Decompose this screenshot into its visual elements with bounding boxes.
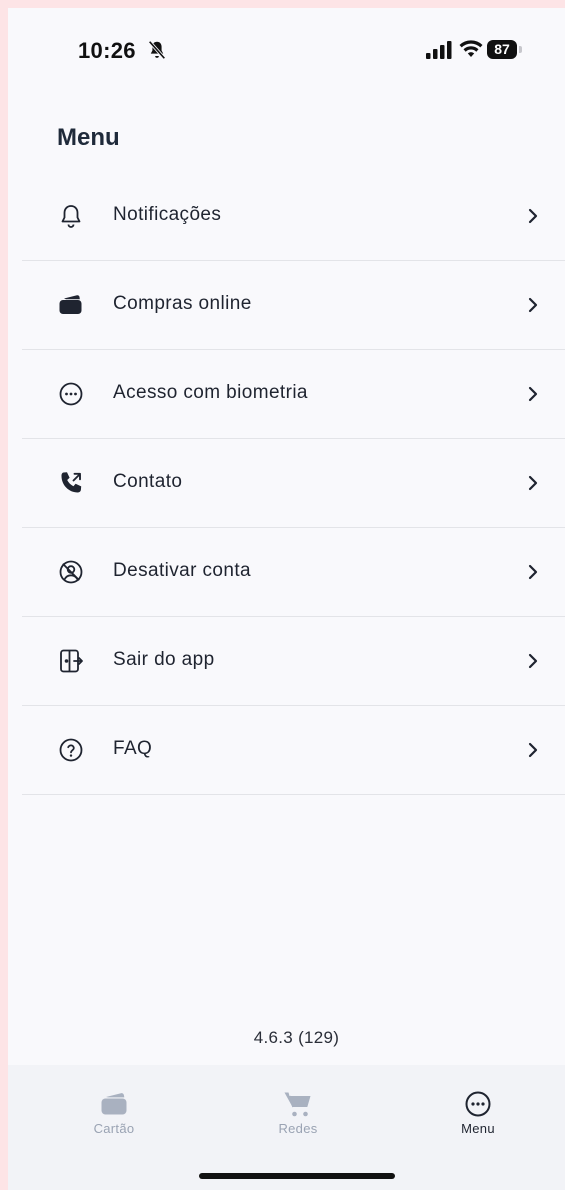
home-indicator[interactable] xyxy=(199,1173,395,1179)
page-title: Menu xyxy=(57,124,120,151)
chevron-right-icon xyxy=(528,742,538,758)
status-bar: 10:26 87 xyxy=(8,8,565,88)
more-circle-icon xyxy=(465,1091,491,1117)
card-icon xyxy=(101,1093,127,1115)
card-icon xyxy=(59,295,82,314)
menu-item-contato[interactable]: Contato xyxy=(22,439,565,528)
bell-off-icon xyxy=(148,40,166,60)
menu-item-label: Compras online xyxy=(113,293,252,314)
app-version: 4.6.3 (129) xyxy=(253,1028,340,1047)
more-circle-icon xyxy=(59,382,83,406)
menu-item-desativar-conta[interactable]: Desativar conta xyxy=(22,528,565,617)
cart-icon xyxy=(284,1092,311,1117)
phone-screen: 10:26 87 Menu Notificações Compras onlin… xyxy=(8,8,565,1190)
menu-item-sair-do-app[interactable]: Sair do app xyxy=(22,617,565,706)
chevron-right-icon xyxy=(528,564,538,580)
menu-item-notificacoes[interactable]: Notificações xyxy=(22,172,565,261)
menu-item-label: Desativar conta xyxy=(113,560,252,581)
tab-label: Redes xyxy=(278,1121,318,1136)
chevron-right-icon xyxy=(528,208,538,224)
battery-icon: 87 xyxy=(487,40,517,59)
menu-item-label: Notificações xyxy=(113,204,222,225)
tab-label: Cartão xyxy=(93,1121,135,1136)
bell-icon xyxy=(61,205,81,228)
logout-icon xyxy=(60,649,83,673)
wifi-icon xyxy=(459,40,483,57)
menu-item-faq[interactable]: FAQ xyxy=(22,706,565,795)
menu-item-label: Sair do app xyxy=(113,649,215,670)
tab-menu[interactable]: Menu xyxy=(418,1089,538,1136)
tab-label: Menu xyxy=(461,1121,495,1136)
menu-item-label: FAQ xyxy=(113,738,153,759)
chevron-right-icon xyxy=(528,475,538,491)
tab-redes[interactable]: Redes xyxy=(238,1089,358,1136)
menu-item-label: Acesso com biometria xyxy=(113,382,308,403)
battery-tip xyxy=(519,46,522,53)
deactivate-icon xyxy=(59,560,83,584)
signal-icon xyxy=(426,41,452,59)
tab-bar: Cartão Redes Menu xyxy=(8,1065,565,1190)
chevron-right-icon xyxy=(528,386,538,402)
menu-item-biometria[interactable]: Acesso com biometria xyxy=(22,350,565,439)
tab-cartao[interactable]: Cartão xyxy=(54,1089,174,1136)
menu-list: Notificações Compras online Acesso com b… xyxy=(22,172,565,795)
chevron-right-icon xyxy=(528,297,538,313)
help-icon xyxy=(59,738,83,762)
phone-icon xyxy=(61,472,82,493)
status-time: 10:26 xyxy=(78,38,136,63)
menu-item-compras-online[interactable]: Compras online xyxy=(22,261,565,350)
chevron-right-icon xyxy=(528,653,538,669)
menu-item-label: Contato xyxy=(113,471,183,492)
